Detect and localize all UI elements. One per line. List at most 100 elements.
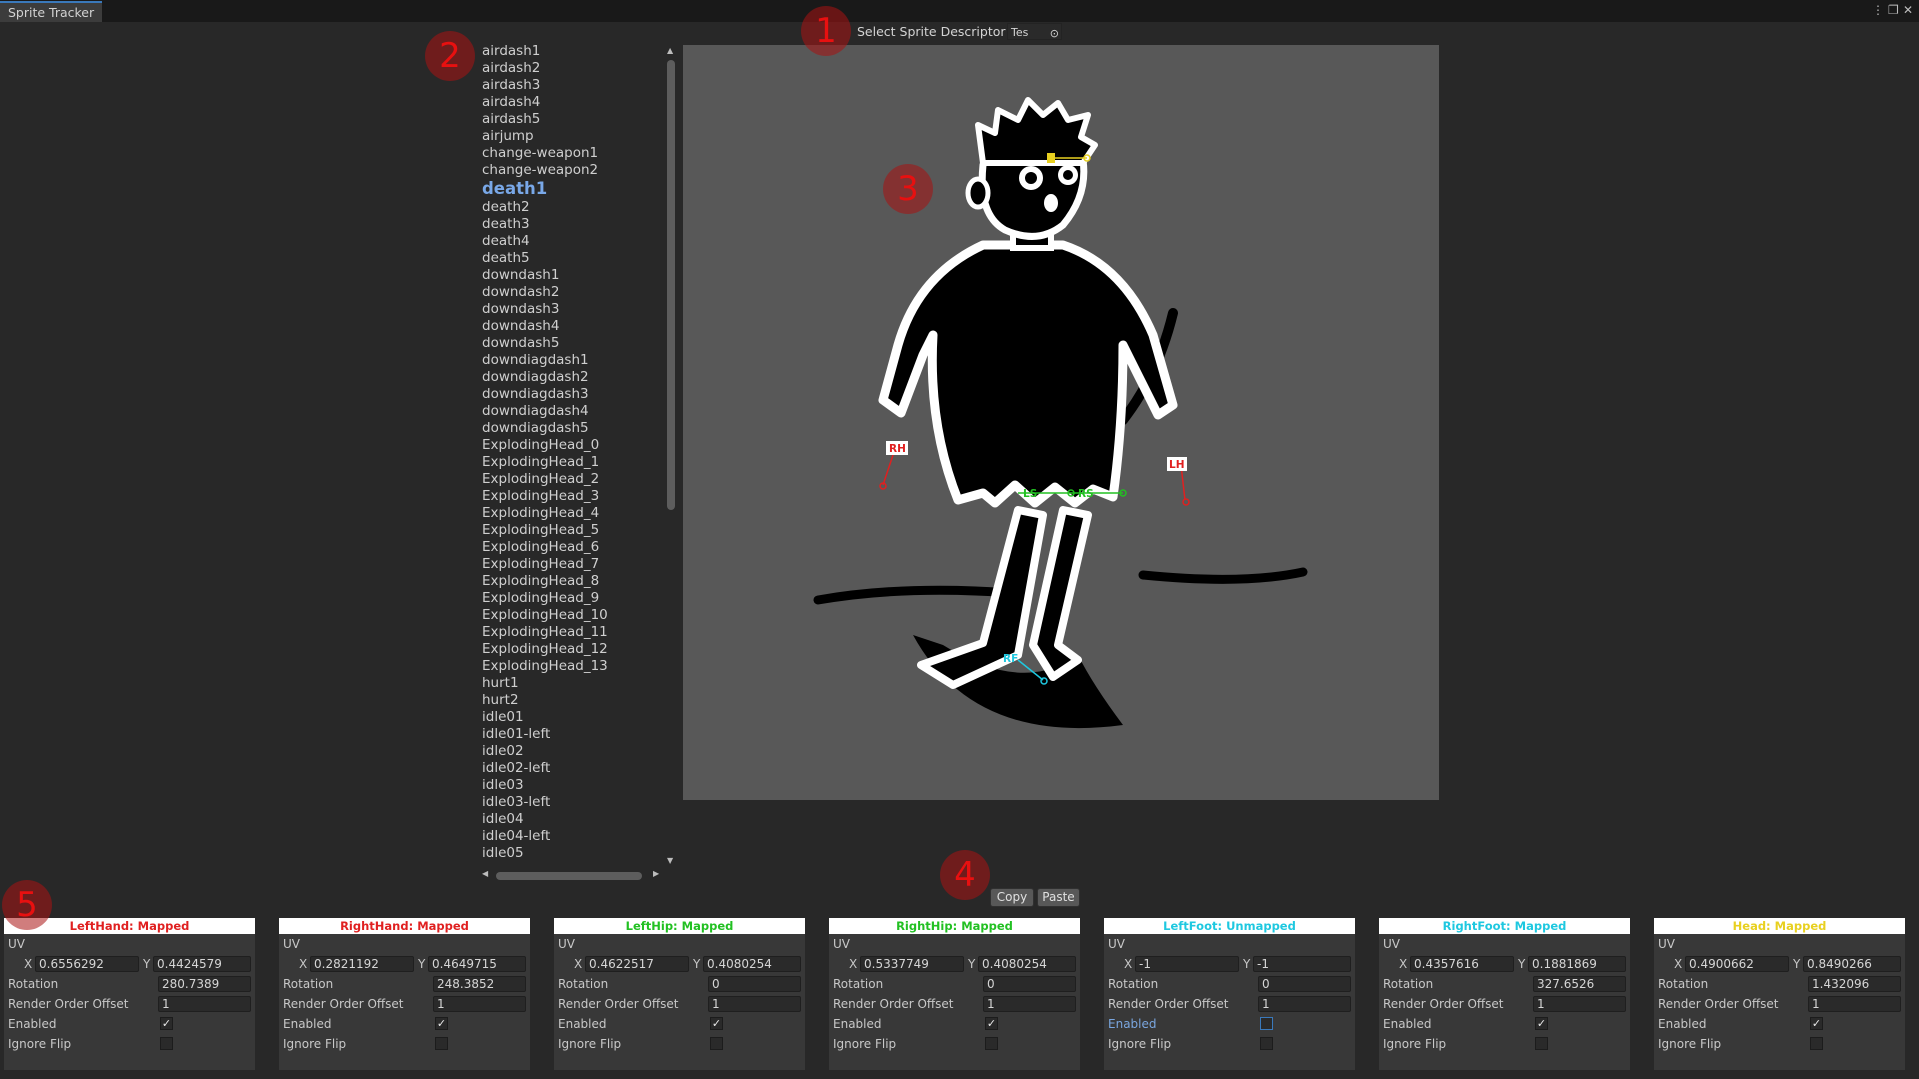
animation-list-item[interactable]: ExplodingHead_0: [482, 437, 662, 454]
animation-list-item[interactable]: ExplodingHead_10: [482, 607, 662, 624]
animation-list-item[interactable]: idle03: [482, 777, 662, 794]
uv-y-field[interactable]: 0.4424579: [153, 956, 251, 972]
ignore-flip-checkbox[interactable]: [1535, 1037, 1548, 1050]
animation-list-item[interactable]: airdash3: [482, 77, 662, 94]
enabled-checkbox[interactable]: ✓: [160, 1017, 173, 1030]
animation-list-item[interactable]: ExplodingHead_12: [482, 641, 662, 658]
animation-list-item[interactable]: downdash2: [482, 284, 662, 301]
animation-list-item[interactable]: idle01-left: [482, 726, 662, 743]
maximize-icon[interactable]: ❐: [1888, 3, 1899, 17]
animation-list-item[interactable]: downdiagdash3: [482, 386, 662, 403]
animation-list-item[interactable]: idle05: [482, 845, 662, 862]
scroll-left-icon[interactable]: ◀: [482, 869, 488, 878]
animation-list-item[interactable]: hurt2: [482, 692, 662, 709]
animation-list-item[interactable]: ExplodingHead_7: [482, 556, 662, 573]
rotation-field[interactable]: 0: [708, 976, 801, 992]
render-order-field[interactable]: 1: [1808, 996, 1901, 1012]
copy-button[interactable]: Copy: [990, 888, 1034, 907]
animation-list-item[interactable]: downdash3: [482, 301, 662, 318]
scroll-right-icon[interactable]: ▶: [653, 869, 659, 878]
animation-list-item[interactable]: ExplodingHead_9: [482, 590, 662, 607]
render-order-field[interactable]: 1: [1533, 996, 1626, 1012]
enabled-checkbox[interactable]: [1260, 1017, 1273, 1030]
render-order-field[interactable]: 1: [433, 996, 526, 1012]
render-order-field[interactable]: 1: [158, 996, 251, 1012]
ignore-flip-checkbox[interactable]: [1260, 1037, 1273, 1050]
uv-y-field[interactable]: 0.4080254: [978, 956, 1076, 972]
ignore-flip-checkbox[interactable]: [435, 1037, 448, 1050]
uv-x-field[interactable]: 0.4622517: [585, 956, 689, 972]
animation-list-item[interactable]: ExplodingHead_11: [482, 624, 662, 641]
animation-list-item[interactable]: idle03-left: [482, 794, 662, 811]
animation-list-item[interactable]: downdash4: [482, 318, 662, 335]
rotation-field[interactable]: 280.7389: [158, 976, 251, 992]
scrollbar-thumb[interactable]: [496, 872, 642, 880]
animation-list-item[interactable]: death4: [482, 233, 662, 250]
enabled-checkbox[interactable]: ✓: [985, 1017, 998, 1030]
uv-y-field[interactable]: -1: [1253, 956, 1351, 972]
sprite-preview[interactable]: RH LH LS RS RF: [683, 45, 1439, 800]
paste-button[interactable]: Paste: [1037, 888, 1080, 907]
animation-list-item[interactable]: airdash5: [482, 111, 662, 128]
animation-list-item[interactable]: downdash5: [482, 335, 662, 352]
animation-list-item[interactable]: idle04-left: [482, 828, 662, 845]
animation-list-item[interactable]: death5: [482, 250, 662, 267]
animation-list-item[interactable]: death1: [482, 179, 662, 199]
uv-x-field[interactable]: 0.2821192: [310, 956, 414, 972]
enabled-checkbox[interactable]: ✓: [1535, 1017, 1548, 1030]
rotation-field[interactable]: 1.432096: [1808, 976, 1901, 992]
animation-list-item[interactable]: airdash2: [482, 60, 662, 77]
ignore-flip-checkbox[interactable]: [985, 1037, 998, 1050]
scrollbar-thumb[interactable]: [667, 60, 675, 510]
ignore-flip-checkbox[interactable]: [710, 1037, 723, 1050]
enabled-checkbox[interactable]: ✓: [435, 1017, 448, 1030]
animation-list-item[interactable]: hurt1: [482, 675, 662, 692]
uv-y-field[interactable]: 0.4649715: [428, 956, 526, 972]
animation-list-item[interactable]: death2: [482, 199, 662, 216]
animation-list-item[interactable]: idle02: [482, 743, 662, 760]
animation-list-item[interactable]: ExplodingHead_6: [482, 539, 662, 556]
uv-y-field[interactable]: 0.4080254: [703, 956, 801, 972]
animation-list-horizontal-scrollbar[interactable]: ◀ ▶: [482, 869, 662, 883]
uv-x-field[interactable]: -1: [1135, 956, 1239, 972]
animation-list-item[interactable]: change-weapon2: [482, 162, 662, 179]
render-order-field[interactable]: 1: [983, 996, 1076, 1012]
animation-list-item[interactable]: ExplodingHead_13: [482, 658, 662, 675]
uv-y-field[interactable]: 0.8490266: [1803, 956, 1901, 972]
animation-list-item[interactable]: ExplodingHead_8: [482, 573, 662, 590]
animation-list-vertical-scrollbar[interactable]: ▲ ▼: [664, 46, 678, 865]
animation-list-item[interactable]: death3: [482, 216, 662, 233]
tab-sprite-tracker[interactable]: Sprite Tracker: [0, 1, 103, 22]
sprite-descriptor-field[interactable]: Tes ⊙: [1007, 23, 1062, 40]
animation-list-item[interactable]: ExplodingHead_4: [482, 505, 662, 522]
animation-list-item[interactable]: downdiagdash5: [482, 420, 662, 437]
animation-list-item[interactable]: airdash4: [482, 94, 662, 111]
animation-list-item[interactable]: ExplodingHead_1: [482, 454, 662, 471]
scroll-down-icon[interactable]: ▼: [667, 856, 673, 865]
ignore-flip-checkbox[interactable]: [160, 1037, 173, 1050]
uv-x-field[interactable]: 0.5337749: [860, 956, 964, 972]
animation-list-item[interactable]: airdash1: [482, 43, 662, 60]
close-icon[interactable]: ✕: [1903, 3, 1913, 17]
animation-list-item[interactable]: idle02-left: [482, 760, 662, 777]
animation-list-item[interactable]: ExplodingHead_2: [482, 471, 662, 488]
render-order-field[interactable]: 1: [708, 996, 801, 1012]
more-options-icon[interactable]: ⋮: [1872, 3, 1884, 17]
rotation-field[interactable]: 0: [983, 976, 1076, 992]
object-picker-icon[interactable]: ⊙: [1050, 25, 1059, 39]
animation-list-item[interactable]: downdiagdash2: [482, 369, 662, 386]
rotation-field[interactable]: 327.6526: [1533, 976, 1626, 992]
render-order-field[interactable]: 1: [1258, 996, 1351, 1012]
animation-list-item[interactable]: idle04: [482, 811, 662, 828]
animation-list-item[interactable]: change-weapon1: [482, 145, 662, 162]
rotation-field[interactable]: 248.3852: [433, 976, 526, 992]
animation-list-item[interactable]: downdash1: [482, 267, 662, 284]
animation-list-item[interactable]: airjump: [482, 128, 662, 145]
animation-list-item[interactable]: downdiagdash1: [482, 352, 662, 369]
uv-y-field[interactable]: 0.1881869: [1528, 956, 1626, 972]
animation-list-item[interactable]: idle01: [482, 709, 662, 726]
enabled-checkbox[interactable]: ✓: [1810, 1017, 1823, 1030]
animation-list-item[interactable]: ExplodingHead_3: [482, 488, 662, 505]
ignore-flip-checkbox[interactable]: [1810, 1037, 1823, 1050]
animation-list-item[interactable]: ExplodingHead_5: [482, 522, 662, 539]
